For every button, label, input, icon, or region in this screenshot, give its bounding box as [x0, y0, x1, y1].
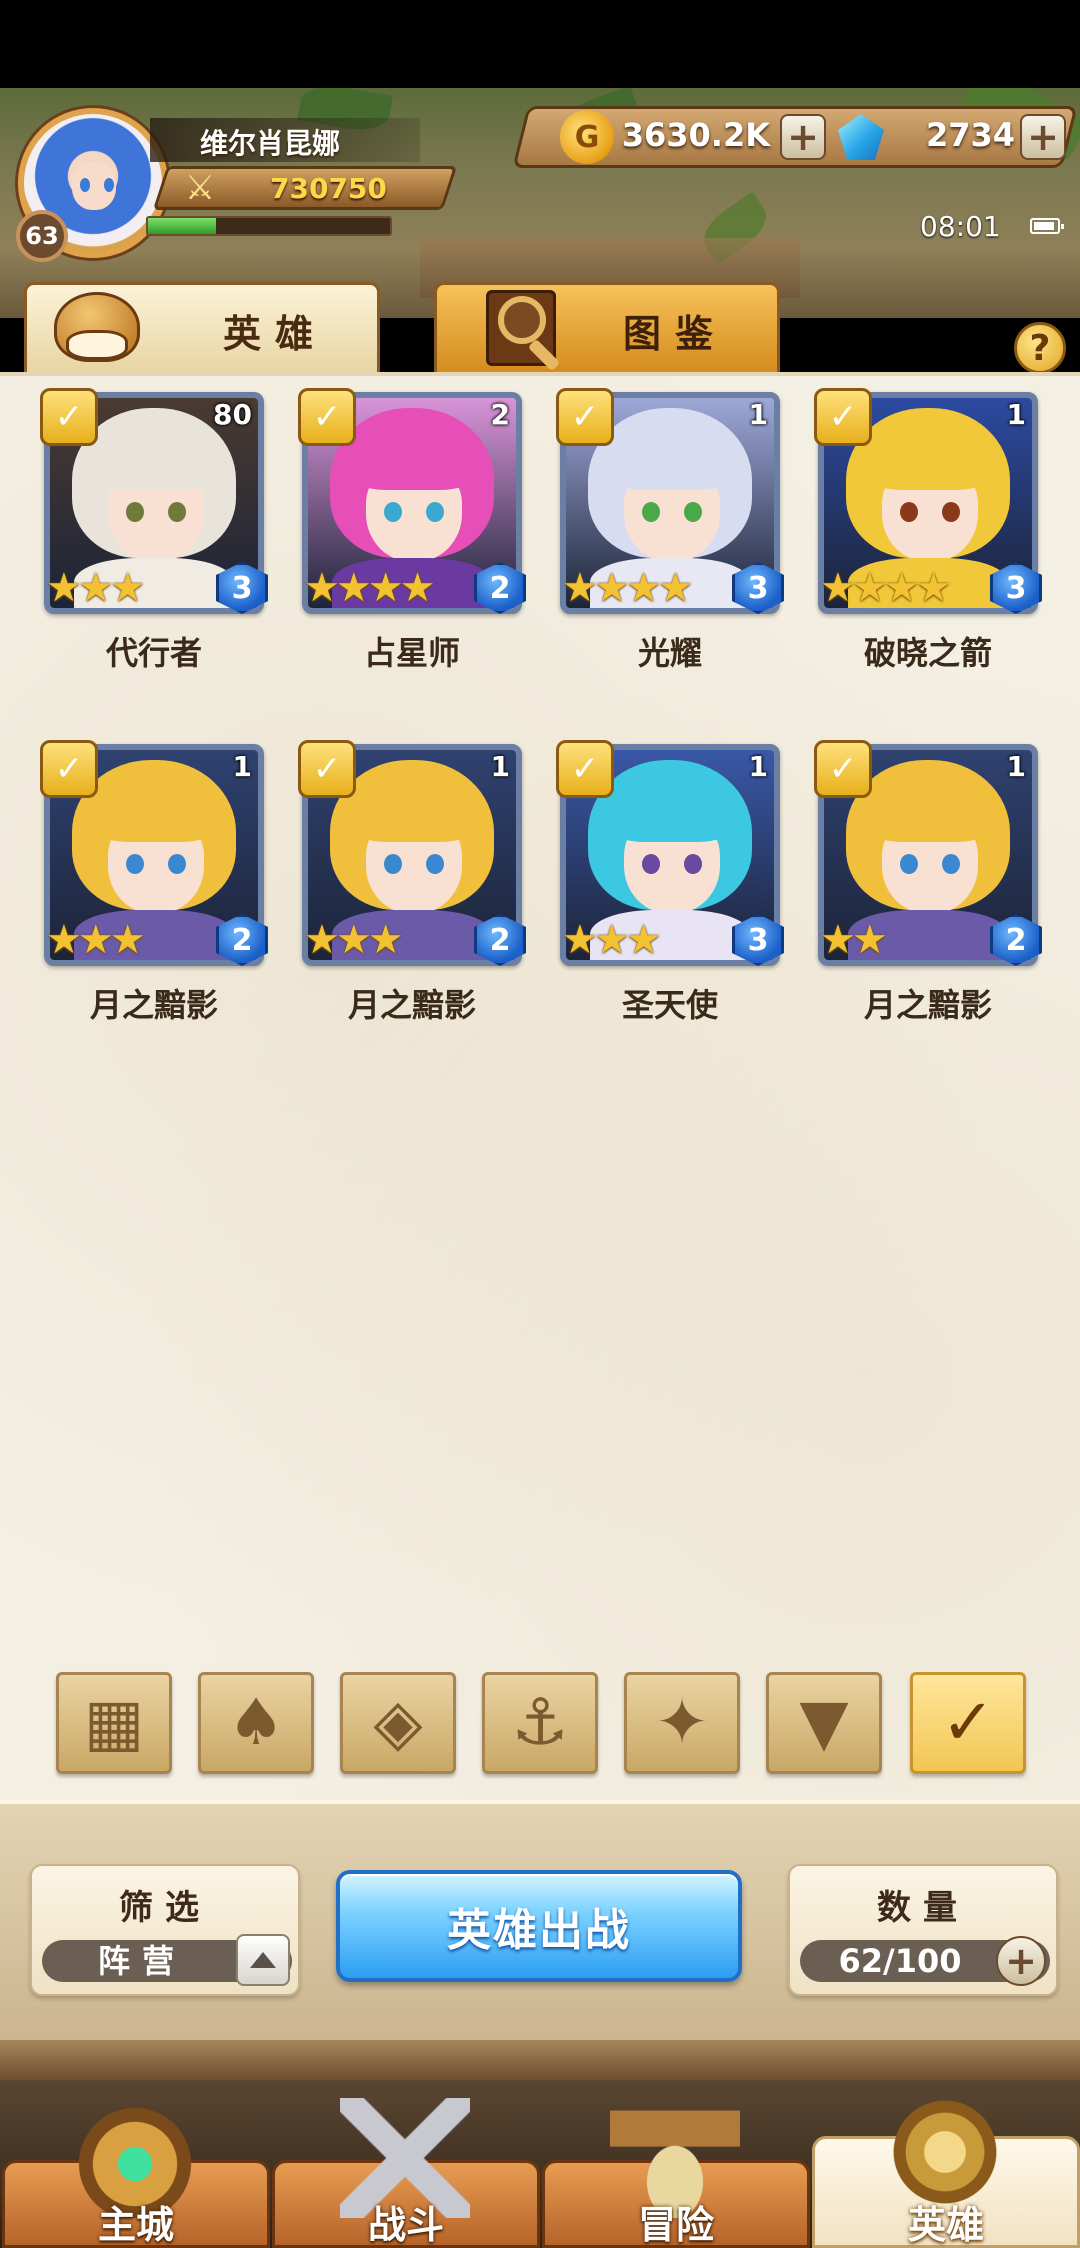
star-rating-icon: ★★★★ [562, 565, 693, 611]
demon-faction-icon: ▼ [799, 1686, 849, 1760]
filter-light-faction-button[interactable]: ✓ [910, 1672, 1026, 1774]
nav-label: 战斗 [367, 2203, 444, 2247]
flame-faction-icon: ♠ [227, 1686, 285, 1760]
nav-label: 主城 [97, 2203, 174, 2247]
clock-time: 08:01 [920, 210, 1001, 243]
hero-card[interactable]: ✓ 1 ★★★ 3 圣天使 [556, 740, 784, 1024]
hero-name: 月之黯影 [347, 986, 476, 1024]
light-faction-icon: ✓ [814, 388, 872, 446]
count-title: 数量 [877, 1888, 969, 1928]
deploy-heroes-button[interactable]: 英雄出战 [336, 1870, 742, 1982]
hero-level: 1 [232, 750, 252, 783]
hero-card[interactable]: ✓ 2 ★★★★ 2 占星师 [298, 388, 526, 672]
gold-coin-icon: G [560, 110, 614, 164]
hero-level: 2 [490, 398, 510, 431]
light-faction-icon: ✓ [556, 740, 614, 798]
light-faction-icon: ✓ [40, 388, 98, 446]
nav-label: 英雄 [907, 2203, 984, 2247]
hero-card[interactable]: ✓ 80 ★★★ 3 代行者 [40, 388, 268, 672]
filter-flame-faction-button[interactable]: ♠ [198, 1672, 314, 1774]
hero-card[interactable]: ✓ 1 ★★★ 2 月之黯影 [40, 740, 268, 1024]
filter-expand-button[interactable] [236, 1934, 290, 1986]
player-level-badge: 63 [16, 210, 68, 262]
light-faction-icon: ✓ [298, 740, 356, 798]
star-rating-icon: ★★★ [46, 565, 146, 611]
grid-icon: ▦ [83, 1686, 145, 1760]
hero-level: 1 [748, 398, 768, 431]
light-faction-icon: ✓ [556, 388, 614, 446]
crossed-swords-power-icon: ⚔ [184, 168, 216, 208]
filter-beast-faction-button[interactable]: ✦ [624, 1672, 740, 1774]
light-faction-icon: ✓ [814, 740, 872, 798]
hero-card[interactable]: ✓ 1 ★★★★ 3 破晓之箭 [814, 388, 1042, 672]
status-bar [0, 0, 1080, 88]
expand-capacity-button[interactable]: + [996, 1936, 1046, 1986]
hero-name: 破晓之箭 [863, 634, 992, 672]
gem-value: 2734 [925, 116, 1015, 154]
hero-count-value: 62/100 [838, 1942, 962, 1980]
exp-bar-fill [148, 218, 216, 234]
light-faction-icon: ✓ [941, 1686, 995, 1760]
star-rating-icon: ★★★★ [304, 565, 435, 611]
player-name: 维尔肖昆娜 [200, 127, 341, 160]
hero-name: 代行者 [105, 634, 202, 672]
filter-demon-faction-button[interactable]: ▼ [766, 1672, 882, 1774]
hero-card[interactable]: ✓ 1 ★★★★ 3 光耀 [556, 388, 784, 672]
hero-name: 圣天使 [621, 986, 718, 1024]
gold-value: 3630.2K [621, 116, 770, 154]
diamond-faction-icon: ◈ [373, 1686, 423, 1760]
hero-level: 1 [1006, 398, 1026, 431]
star-rating-icon: ★★★ [46, 917, 146, 963]
hero-level: 1 [490, 750, 510, 783]
light-faction-icon: ✓ [298, 388, 356, 446]
add-gems-button[interactable]: + [1020, 114, 1066, 160]
help-button[interactable]: ? [1014, 322, 1066, 374]
add-gold-button[interactable]: + [780, 114, 826, 160]
power-value: 730750 [270, 172, 387, 205]
hero-level: 80 [213, 398, 252, 431]
nav-label: 冒险 [637, 2203, 714, 2247]
beast-faction-icon: ✦ [655, 1686, 709, 1760]
filter-title: 筛选 [119, 1888, 211, 1928]
star-rating-icon: ★★★ [562, 917, 662, 963]
battery-icon [1030, 218, 1064, 234]
hero-name: 月之黯影 [89, 986, 218, 1024]
exp-bar [146, 216, 392, 236]
helmet-icon [46, 286, 150, 378]
hero-name: 占星师 [363, 634, 460, 672]
star-rating-icon: ★★ [820, 917, 888, 963]
hero-level: 1 [1006, 750, 1026, 783]
tab-heroes-label: 英雄 [222, 311, 327, 356]
star-rating-icon: ★★★★ [820, 565, 951, 611]
magnifier-icon [478, 286, 582, 378]
hero-card[interactable]: ✓ 1 ★★ 2 月之黯影 [814, 740, 1042, 1024]
filter-diamond-faction-button[interactable]: ◈ [340, 1672, 456, 1774]
anchor-faction-icon: ⚓ [511, 1686, 569, 1760]
hero-name: 光耀 [637, 634, 702, 672]
tab-codex-label: 图鉴 [622, 311, 727, 356]
chevron-up-icon [250, 1952, 276, 1968]
hero-card[interactable]: ✓ 1 ★★★ 2 月之黯影 [298, 740, 526, 1024]
hero-name: 月之黯影 [863, 986, 992, 1024]
hero-level: 1 [748, 750, 768, 783]
light-faction-icon: ✓ [40, 740, 98, 798]
filter-anchor-faction-button[interactable]: ⚓ [482, 1672, 598, 1774]
filter-grid-button[interactable]: ▦ [56, 1672, 172, 1774]
star-rating-icon: ★★★ [304, 917, 404, 963]
filter-value: 阵营 [97, 1942, 186, 1980]
